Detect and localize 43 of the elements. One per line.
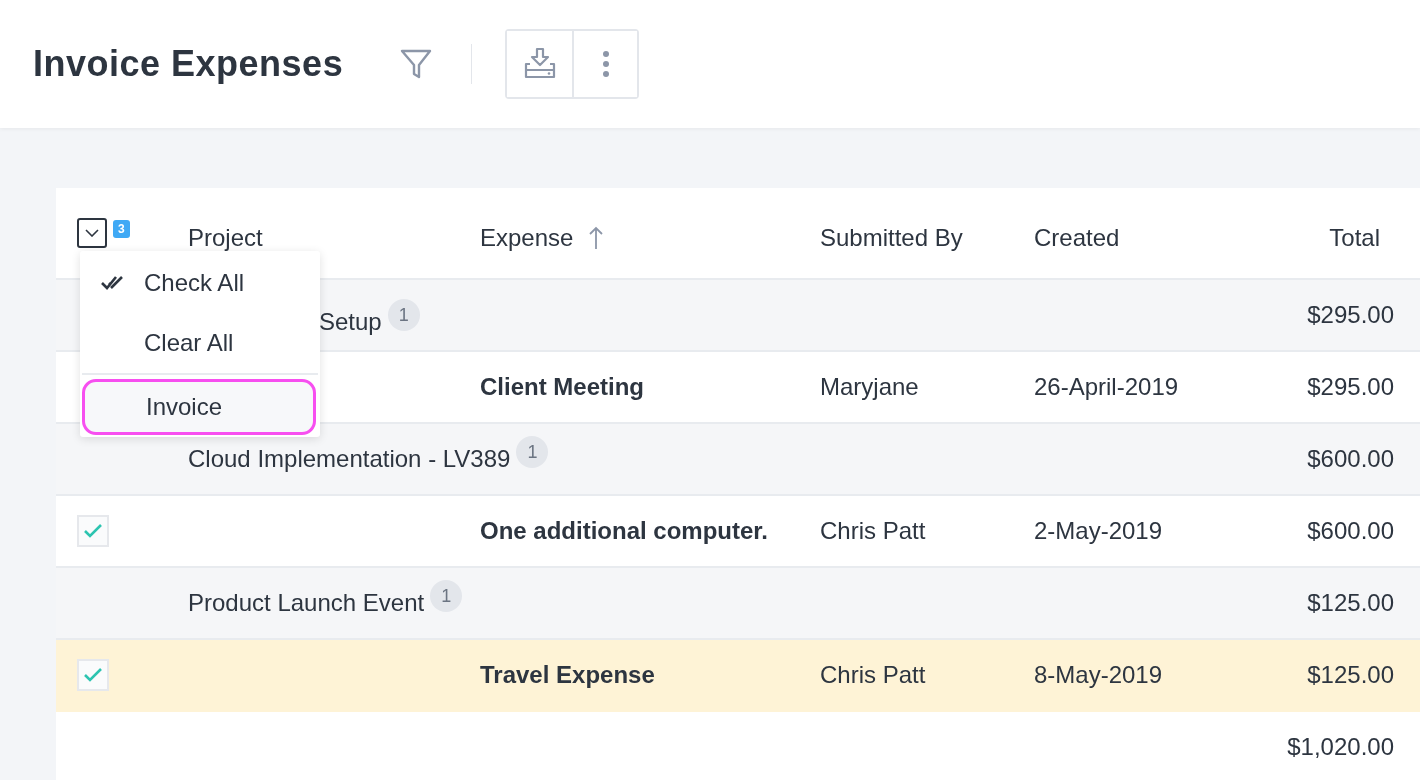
count-badge: 1	[430, 580, 463, 612]
group-total: $125.00	[1307, 589, 1394, 616]
submitter-name: Maryjane	[820, 373, 919, 400]
count-badge: 1	[516, 436, 549, 468]
project-name: Cloud Implementation - LV389	[188, 445, 511, 473]
column-header[interactable]: Expense	[480, 224, 574, 252]
expense-total: $125.00	[1307, 661, 1394, 688]
created-date: 2-May-2019	[1034, 517, 1163, 544]
row-checkbox[interactable]	[77, 659, 109, 691]
filter-icon[interactable]	[399, 47, 434, 81]
row-checkbox[interactable]	[77, 515, 109, 547]
submitter-name: Chris Patt	[820, 517, 926, 544]
more-button[interactable]	[572, 31, 638, 97]
menu-item[interactable]: Clear All	[80, 313, 320, 373]
checkmark-icon	[83, 523, 103, 539]
chevron-down-icon	[85, 229, 99, 237]
page-title: Invoice Expenses	[33, 43, 344, 85]
sort-arrow-icon[interactable]	[589, 226, 604, 250]
selection-count-badge: 3	[113, 220, 130, 238]
expense-name: One additional computer.	[480, 517, 769, 544]
project-name: Product Launch Event	[188, 589, 425, 617]
expense-name: Client Meeting	[480, 373, 644, 400]
created-date: 8-May-2019	[1034, 661, 1163, 688]
group-total: $600.00	[1307, 445, 1394, 472]
column-header[interactable]: Submitted By	[820, 224, 963, 252]
double-check-icon	[100, 274, 124, 292]
menu-item[interactable]: Check All	[80, 253, 320, 313]
expense-total: $295.00	[1307, 373, 1394, 400]
count-badge: 1	[387, 299, 420, 331]
expense-name: Travel Expense	[480, 661, 655, 688]
column-header[interactable]: Created	[1034, 224, 1120, 252]
grand-total: $1,020.00	[1287, 733, 1394, 760]
column-header[interactable]: Total	[1329, 224, 1380, 252]
menu-item[interactable]: Invoice	[82, 379, 316, 435]
submitter-name: Chris Patt	[820, 661, 926, 688]
select-dropdown-toggle[interactable]	[77, 218, 107, 248]
group-total: $295.00	[1307, 301, 1394, 328]
created-date: 26-April-2019	[1034, 373, 1179, 400]
expense-total: $600.00	[1307, 517, 1394, 544]
project-name: Setup	[319, 308, 382, 336]
column-header[interactable]: Project	[188, 224, 263, 252]
checkmark-icon	[83, 667, 103, 683]
kebab-icon	[601, 50, 610, 78]
